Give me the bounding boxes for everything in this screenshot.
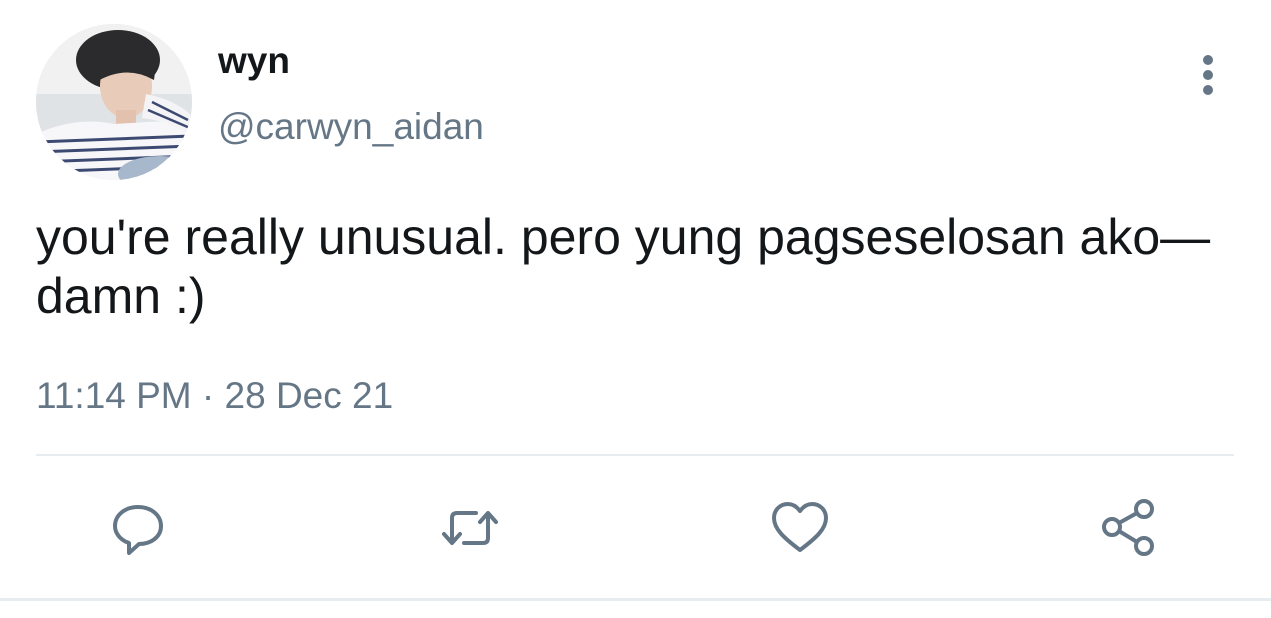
retweet-icon [442, 511, 498, 545]
author-handle[interactable]: @carwyn_aidan [218, 104, 484, 150]
share-button[interactable] [1098, 496, 1162, 560]
share-icon [1102, 499, 1154, 556]
heart-icon [772, 502, 828, 552]
avatar-image [36, 24, 192, 180]
more-options-button[interactable] [1186, 52, 1230, 100]
retweet-button[interactable] [438, 496, 502, 560]
tweet-actions-bar [0, 456, 1271, 596]
author-display-name[interactable]: wyn [218, 38, 290, 84]
reply-icon [113, 505, 163, 555]
more-vertical-icon [1203, 55, 1213, 95]
tweet-card: wyn @carwyn_aidan you're really unusual.… [0, 0, 1271, 618]
reply-button[interactable] [106, 496, 170, 560]
tweet-timestamp[interactable]: 11:14 PM · 28 Dec 21 [36, 372, 393, 420]
timestamp-separator: · [201, 375, 215, 416]
bottom-divider [0, 598, 1271, 601]
like-button[interactable] [768, 496, 832, 560]
tweet-text: you're really unusual. pero yung pagsese… [36, 209, 1211, 324]
tweet-date: 28 Dec 21 [224, 375, 394, 416]
avatar[interactable] [36, 24, 192, 180]
tweet-time: 11:14 PM [36, 375, 192, 416]
